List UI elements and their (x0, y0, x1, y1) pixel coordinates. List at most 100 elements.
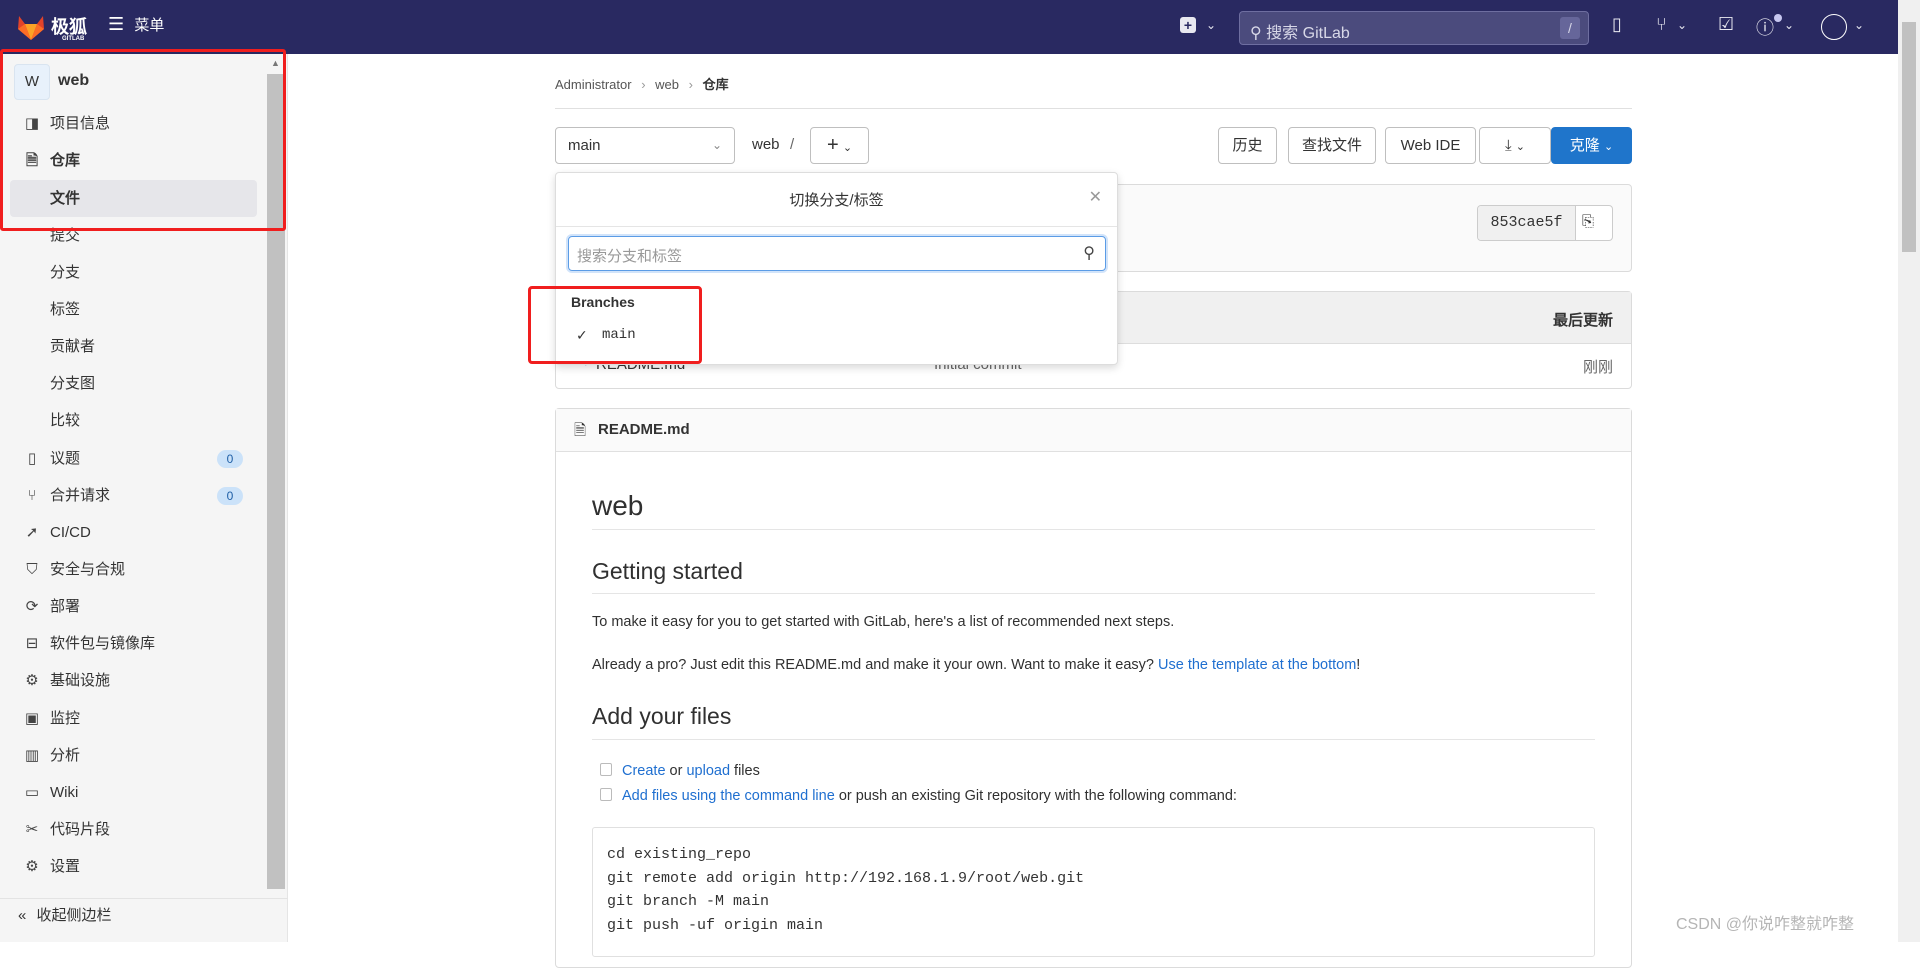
readme-h1: web (592, 490, 644, 521)
chevron-down-icon[interactable]: ⌄ (1206, 18, 1216, 32)
code-line: git push -uf origin main (607, 916, 824, 934)
sidebar-item-label: 分支 (50, 264, 81, 281)
path-separator: / (790, 136, 795, 153)
chevron-down-icon: ⌄ (1603, 141, 1614, 153)
notification-dot (1774, 14, 1782, 22)
sidebar-item-13[interactable]: ⟳ 部署 (0, 588, 265, 625)
sidebar-item-label: Wiki (50, 784, 79, 801)
chevron-down-icon[interactable]: ⌄ (1677, 18, 1687, 32)
sidebar-item-14[interactable]: ⊟ 软件包与镜像库 (0, 625, 265, 662)
gitlab-logo-icon[interactable] (16, 12, 46, 42)
sidebar-item-label: 安全与合规 (50, 561, 126, 578)
search-icon: ⚲ (1083, 245, 1095, 262)
issues-icon[interactable]: ▯ (1612, 14, 1622, 35)
sidebar-item-6[interactable]: 贡献者 (0, 328, 265, 365)
task-checkbox[interactable] (600, 763, 612, 776)
sidebar-item-label: 分析 (50, 747, 81, 764)
breadcrumb-item[interactable]: Administrator (555, 77, 632, 92)
divider (0, 898, 288, 899)
gear-icon: ⚙ (25, 858, 39, 875)
sidebar-item-4[interactable]: 分支 (0, 254, 265, 291)
breadcrumb-item[interactable]: web (655, 77, 679, 92)
chevron-down-icon[interactable]: ⌄ (1854, 18, 1864, 32)
sidebar-item-5[interactable]: 标签 (0, 291, 265, 328)
sidebar-item-label: 基础设施 (50, 672, 111, 689)
chevron-down-icon[interactable]: ⌄ (1784, 18, 1794, 32)
text: ! (1356, 657, 1361, 673)
branch-selector[interactable]: main ⌄ (555, 127, 735, 164)
hamburger-icon: ☰ (108, 14, 125, 34)
readme-filename[interactable]: README.md (598, 421, 690, 438)
download-button[interactable]: ⤓ ⌄ (1479, 127, 1551, 164)
command-line-link[interactable]: Add files using the command line (622, 788, 835, 804)
sidebar-item-label: 贡献者 (50, 338, 96, 355)
repo-path[interactable]: web (752, 136, 780, 153)
sidebar-item-12[interactable]: ⛉ 安全与合规 (0, 551, 265, 588)
download-icon: ⤓ (1504, 137, 1512, 154)
divider (555, 108, 1632, 109)
avatar[interactable] (1821, 14, 1847, 40)
logo-sub: GITLAB (62, 36, 85, 42)
add-button[interactable]: + ⌄ (810, 127, 869, 164)
search-placeholder: 搜索 GitLab (1266, 25, 1350, 42)
count-badge: 0 (217, 487, 243, 505)
sidebar-item-19[interactable]: ✂ 代码片段 (0, 811, 265, 848)
dropdown-title: 切换分支/标签 (789, 192, 884, 209)
template-link[interactable]: Use the template at the bottom (1158, 657, 1356, 673)
sidebar-item-20[interactable]: ⚙ 设置 (0, 848, 265, 885)
sidebar-item-9[interactable]: ▯ 议题 0 (0, 440, 265, 477)
help-icon[interactable]: ⓘ (1756, 14, 1774, 40)
rocket-icon: ➚ (25, 524, 39, 541)
watermark: CSDN @你说咋整就咋整 (1676, 916, 1855, 933)
branch-name: main (568, 137, 601, 154)
task-checkbox[interactable] (600, 788, 612, 801)
task-item: Add files using the command line or push… (600, 788, 1237, 804)
code-line: git remote add origin http://192.168.1.9… (607, 869, 1085, 887)
create-link[interactable]: Create (622, 763, 666, 779)
sidebar-item-15[interactable]: ⚙ 基础设施 (0, 662, 265, 699)
scrollbar-thumb[interactable] (1902, 22, 1916, 252)
sidebar-item-label: 软件包与镜像库 (50, 635, 156, 652)
new-item-icon[interactable]: + (1180, 17, 1196, 33)
highlight-box (528, 286, 702, 364)
upload-link[interactable]: upload (686, 763, 730, 779)
sidebar-item-17[interactable]: ▥ 分析 (0, 737, 265, 774)
copy-icon[interactable]: ⎘ (1582, 213, 1594, 230)
todo-icon[interactable]: ☑ (1718, 14, 1734, 35)
clone-button[interactable]: 克隆 ⌄ (1551, 127, 1632, 164)
page-scrollbar[interactable] (1898, 0, 1920, 942)
file-icon: 🗎 (574, 422, 587, 439)
close-icon[interactable]: ✕ (1089, 187, 1102, 207)
chevron-down-icon: ⌄ (1515, 141, 1526, 153)
search-placeholder: 搜索分支和标签 (577, 248, 683, 265)
search-shortcut: / (1560, 17, 1580, 39)
readme-h2-getting-started: Getting started (592, 558, 743, 584)
code-text: cd existing_repo git remote add origin ht… (607, 843, 1580, 937)
sidebar-item-7[interactable]: 分支图 (0, 365, 265, 402)
branch-search-input[interactable]: 搜索分支和标签 ⚲ (568, 236, 1106, 271)
web-ide-button[interactable]: Web IDE (1385, 127, 1476, 164)
search-input[interactable]: ⚲ 搜索 GitLab / (1239, 11, 1589, 45)
search-icon: ⚲ (1250, 25, 1262, 42)
sidebar-item-label: 分支图 (50, 375, 96, 392)
sidebar-item-label: 部署 (50, 598, 81, 615)
breadcrumb: Administrator › web › 仓库 (555, 77, 729, 92)
commit-sha[interactable]: 853cae5f (1478, 206, 1576, 240)
sidebar-item-10[interactable]: ⑂ 合并请求 0 (0, 477, 265, 514)
sidebar-item-label: 设置 (50, 858, 81, 875)
sidebar-item-11[interactable]: ➚ CI/CD (0, 514, 265, 551)
plus-icon: + (826, 134, 839, 156)
find-file-button[interactable]: 查找文件 (1288, 127, 1376, 164)
text: files (730, 763, 760, 779)
sidebar-item-16[interactable]: ▣ 监控 (0, 700, 265, 737)
breadcrumb-current[interactable]: 仓库 (703, 77, 729, 92)
clone-label: 克隆 (1569, 137, 1600, 154)
menu-button[interactable]: ☰ 菜单 (108, 14, 164, 35)
sidebar-item-8[interactable]: 比较 (0, 402, 265, 439)
collapse-sidebar-button[interactable]: « 收起侧边栏 (18, 904, 112, 925)
sidebar-item-18[interactable]: ▭ Wiki (0, 774, 265, 811)
merge-request-icon[interactable]: ⑂ (1656, 14, 1667, 35)
history-button[interactable]: 历史 (1218, 127, 1277, 164)
code-line: git branch -M main (607, 893, 770, 910)
cloud-gear-icon: ⚙ (25, 672, 39, 689)
